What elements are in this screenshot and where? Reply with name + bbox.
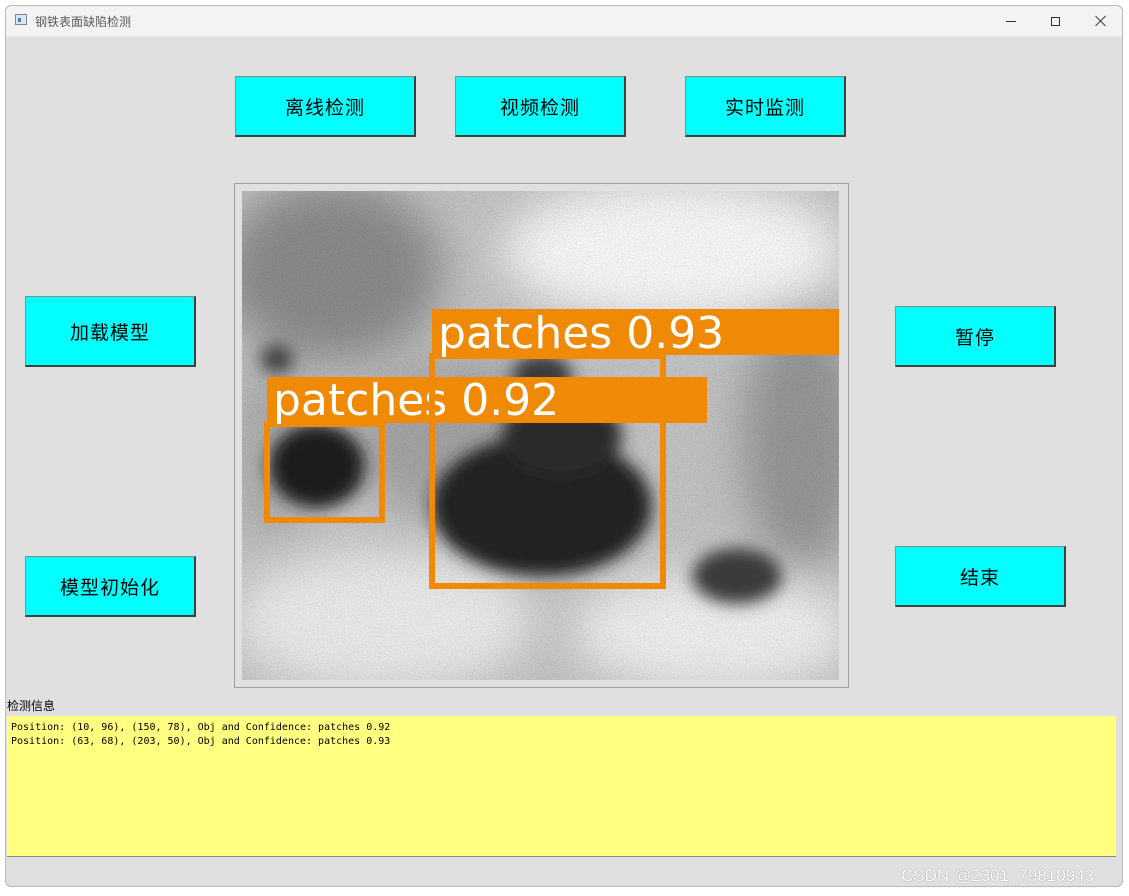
window-title: 钢铁表面缺陷检测	[35, 15, 132, 29]
app-window: 钢铁表面缺陷检测 离线检测 视频检测 实时监测 加载模型 模型初始化 暂停 结束	[5, 5, 1123, 887]
info-label: 检测信息	[7, 699, 56, 713]
detection-label-2: patches 0.93	[438, 308, 724, 359]
info-line: Position: (63, 68), (203, 50), Obj and C…	[11, 736, 391, 747]
info-line: Position: (10, 96), (150, 78), Obj and C…	[11, 722, 391, 733]
close-icon	[1095, 15, 1107, 27]
pause-button[interactable]: 暂停	[895, 306, 1056, 367]
minimize-icon	[1006, 20, 1016, 22]
end-button[interactable]: 结束	[895, 546, 1066, 607]
watermark: CSDN @2301_79810943	[901, 866, 1095, 885]
detection-label-1: patches 0.92	[273, 375, 559, 426]
image-display-panel: patches 0.92 patches 0.93	[234, 183, 849, 688]
detection-image-svg: patches 0.92 patches 0.93	[242, 191, 839, 680]
minimize-button[interactable]	[988, 6, 1034, 36]
app-icon	[15, 14, 27, 25]
model-init-button[interactable]: 模型初始化	[25, 556, 196, 617]
video-detect-button[interactable]: 视频检测	[455, 76, 626, 137]
offline-detect-button[interactable]: 离线检测	[235, 76, 416, 137]
maximize-button[interactable]	[1032, 6, 1078, 36]
close-button[interactable]	[1078, 6, 1122, 36]
maximize-icon	[1050, 16, 1060, 26]
title-bar[interactable]: 钢铁表面缺陷检测	[6, 6, 1122, 37]
realtime-monitor-button[interactable]: 实时监测	[685, 76, 846, 137]
load-model-button[interactable]: 加载模型	[25, 296, 196, 367]
detection-info-textbox[interactable]: Position: (10, 96), (150, 78), Obj and C…	[7, 716, 1116, 857]
detection-image: patches 0.92 patches 0.93	[242, 191, 839, 680]
